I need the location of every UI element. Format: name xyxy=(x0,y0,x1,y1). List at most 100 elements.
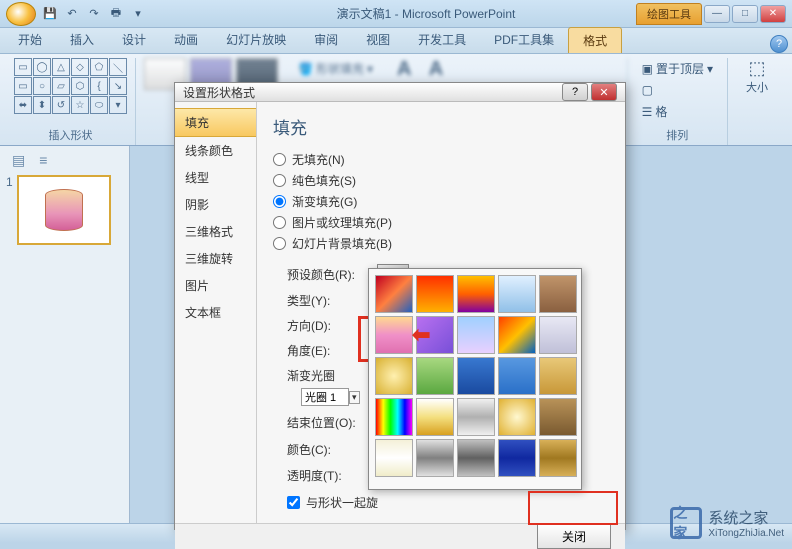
wordart-a-outline-icon[interactable]: A xyxy=(429,58,443,80)
minimize-button[interactable]: — xyxy=(704,5,730,23)
preset-gradient-swatch[interactable] xyxy=(375,357,413,395)
sidebar-item[interactable]: 线型 xyxy=(175,164,256,191)
preset-gradient-swatch[interactable] xyxy=(416,398,454,436)
maximize-button[interactable]: □ xyxy=(732,5,758,23)
preset-gradient-swatch[interactable] xyxy=(498,275,536,313)
dialog-sidebar: 填充线条颜色线型阴影三维格式三维旋转图片文本框 xyxy=(175,102,257,523)
shape-fill-button[interactable]: 🪣 形状填充 ▾ xyxy=(292,58,379,79)
fill-radio[interactable] xyxy=(273,237,286,250)
preset-gradient-swatch[interactable] xyxy=(375,398,413,436)
preset-gradient-swatch[interactable] xyxy=(416,275,454,313)
office-button[interactable] xyxy=(6,2,36,26)
preset-gradient-swatch[interactable] xyxy=(457,357,495,395)
shapes-gallery[interactable]: ▭◯△◇⬠＼ ▭○▱⬡{↘ ⬌⬍↺☆⬭▾ xyxy=(14,58,127,114)
layer-back-icon: ▢ xyxy=(642,83,653,97)
fill-option-row: 图片或纹理填充(P) xyxy=(273,212,609,233)
fill-radio[interactable] xyxy=(273,174,286,187)
watermark-text: 系统之家 xyxy=(708,507,784,528)
preset-gradient-swatch[interactable] xyxy=(416,357,454,395)
preset-gradient-swatch[interactable] xyxy=(539,398,577,436)
print-icon[interactable]: 🖶 xyxy=(106,4,126,24)
outline-tab-icon[interactable]: ≡ xyxy=(39,152,47,169)
window-titlebar: 💾 ↶ ↷ 🖶 ▾ 演示文稿1 - Microsoft PowerPoint 绘… xyxy=(0,0,792,28)
bring-to-front-button[interactable]: ▣ 置于顶层 ▾ xyxy=(636,58,719,79)
cylinder-shape-thumb xyxy=(45,189,83,231)
preset-gradient-swatch[interactable] xyxy=(539,316,577,354)
close-window-button[interactable]: ✕ xyxy=(760,5,786,23)
fill-option-row: 幻灯片背景填充(B) xyxy=(273,233,609,254)
selection-pane-button[interactable]: ☰格 xyxy=(636,101,674,122)
fill-radio[interactable] xyxy=(273,195,286,208)
close-button[interactable]: 关闭 xyxy=(537,524,611,549)
preset-gradient-swatch[interactable] xyxy=(457,275,495,313)
preset-colors-label: 预设颜色(R): xyxy=(287,266,369,283)
fill-radio-label: 纯色填充(S) xyxy=(292,172,356,189)
redo-icon[interactable]: ↷ xyxy=(84,4,104,24)
slide-thumbnail[interactable] xyxy=(17,175,111,245)
preset-gradient-swatch[interactable] xyxy=(375,316,413,354)
save-icon[interactable]: 💾 xyxy=(40,4,60,24)
preset-gradient-swatch[interactable] xyxy=(498,316,536,354)
window-title: 演示文稿1 - Microsoft PowerPoint xyxy=(337,5,516,22)
stop-selector[interactable]: ▾ xyxy=(301,388,360,406)
ribbon-tab[interactable]: 插入 xyxy=(56,27,108,53)
direction-label: 方向(D): xyxy=(287,317,369,334)
ribbon-tab[interactable]: 幻灯片放映 xyxy=(212,27,300,53)
preset-gradient-swatch[interactable] xyxy=(457,398,495,436)
ribbon-tab[interactable]: 审阅 xyxy=(300,27,352,53)
preset-gradient-swatch[interactable] xyxy=(457,439,495,477)
type-label: 类型(Y): xyxy=(287,292,369,309)
contextual-tab-label: 绘图工具 xyxy=(636,3,702,25)
sidebar-item[interactable]: 三维格式 xyxy=(175,218,256,245)
sidebar-item[interactable]: 填充 xyxy=(175,108,256,137)
rotate-with-shape-label: 与形状一起旋 xyxy=(306,494,378,511)
size-button[interactable]: ⬚ 大小 xyxy=(736,58,778,95)
position-label: 结束位置(O): xyxy=(287,414,369,431)
preset-gradient-swatch[interactable] xyxy=(375,439,413,477)
watermark: 之家 系统之家 XiTongZhiJia.Net xyxy=(670,507,784,539)
sidebar-item[interactable]: 线条颜色 xyxy=(175,137,256,164)
ribbon-tab[interactable]: 格式 xyxy=(568,27,622,53)
wordart-a-icon[interactable]: A xyxy=(397,58,411,80)
preset-gradient-swatch[interactable] xyxy=(416,439,454,477)
preset-gradient-swatch[interactable] xyxy=(416,316,454,354)
ribbon-tab[interactable]: 开发工具 xyxy=(404,27,480,53)
send-to-back-button[interactable]: ▢ xyxy=(636,81,659,99)
fill-option-row: 渐变填充(G) xyxy=(273,191,609,212)
size-icon: ⬚ xyxy=(736,58,778,79)
ribbon-tab[interactable]: 开始 xyxy=(4,27,56,53)
preset-gradient-swatch[interactable] xyxy=(457,316,495,354)
slides-tab-icon[interactable]: ▤ xyxy=(12,152,25,169)
ribbon-group-label: 排列 xyxy=(636,127,719,145)
preset-gradient-swatch[interactable] xyxy=(539,357,577,395)
preset-gradient-swatch[interactable] xyxy=(375,275,413,313)
ribbon-tab[interactable]: 视图 xyxy=(352,27,404,53)
help-button[interactable]: ? xyxy=(770,35,788,53)
slide-number: 1 xyxy=(6,175,13,245)
fill-radio-label: 幻灯片背景填充(B) xyxy=(292,235,392,252)
sidebar-item[interactable]: 阴影 xyxy=(175,191,256,218)
sidebar-item[interactable]: 图片 xyxy=(175,272,256,299)
preset-gradient-swatch[interactable] xyxy=(539,275,577,313)
preset-gradient-swatch[interactable] xyxy=(539,439,577,477)
sidebar-item[interactable]: 文本框 xyxy=(175,299,256,326)
ribbon-tab[interactable]: 设计 xyxy=(108,27,160,53)
dialog-help-button[interactable]: ? xyxy=(562,83,588,101)
ribbon-tab[interactable]: 动画 xyxy=(160,27,212,53)
qat-more-icon[interactable]: ▾ xyxy=(128,4,148,24)
preset-gradient-swatch[interactable] xyxy=(498,357,536,395)
fill-radio-label: 图片或纹理填充(P) xyxy=(292,214,392,231)
dialog-titlebar[interactable]: 设置形状格式 ? ✕ xyxy=(175,83,625,102)
undo-icon[interactable]: ↶ xyxy=(62,4,82,24)
preset-gradient-swatch[interactable] xyxy=(498,398,536,436)
ribbon-tab[interactable]: PDF工具集 xyxy=(480,27,568,53)
sidebar-item[interactable]: 三维旋转 xyxy=(175,245,256,272)
dialog-close-x-button[interactable]: ✕ xyxy=(591,83,617,101)
fill-radio[interactable] xyxy=(273,216,286,229)
preset-gradient-swatch[interactable] xyxy=(498,439,536,477)
fill-radio[interactable] xyxy=(273,153,286,166)
rotate-with-shape-checkbox[interactable] xyxy=(287,496,300,509)
stop-selector-input[interactable] xyxy=(301,388,349,406)
color-label: 颜色(C): xyxy=(287,441,369,458)
dialog-footer: 关闭 xyxy=(175,523,625,549)
